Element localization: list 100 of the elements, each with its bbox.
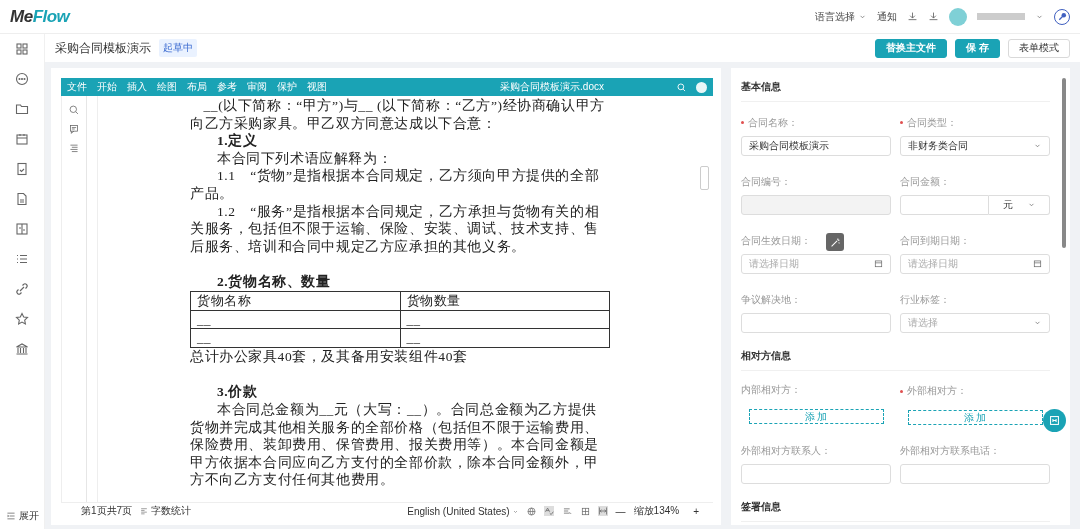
section-heading: 3.价款 (216, 383, 259, 401)
menu-icon[interactable] (5, 511, 16, 521)
add-button[interactable]: 添 加 (748, 408, 884, 424)
field-label: 争议解决地： (741, 292, 801, 307)
menu-tab[interactable]: 绘图 (157, 80, 177, 94)
select-field[interactable]: 请选择 (900, 312, 1050, 333)
page-title: 采购合同模板演示 (55, 39, 151, 57)
section-heading: 2.货物名称、数量 (216, 273, 332, 291)
magic-wand-icon (829, 236, 841, 248)
text-field[interactable]: 采购合同模板演示 (741, 135, 891, 156)
text-field[interactable] (741, 312, 891, 333)
paragraph: 总计办公家具40套，及其备用安装组件40套 (190, 347, 469, 366)
calendar-icon[interactable] (15, 132, 29, 146)
document-icon[interactable] (15, 162, 29, 176)
field-label: 行业标签： (900, 292, 950, 307)
menu-tab[interactable]: 插入 (127, 80, 147, 94)
scrollbar-thumb[interactable] (700, 166, 709, 190)
scrollbar-thumb[interactable] (1062, 78, 1066, 248)
expand-button[interactable]: 展开 (5, 509, 39, 523)
menu-tab[interactable]: 保护 (277, 80, 297, 94)
field-label: 合同生效日期： (741, 233, 811, 248)
calendar-icon[interactable] (874, 259, 883, 268)
search-icon[interactable] (677, 82, 686, 92)
menu-tab[interactable]: 视图 (307, 80, 327, 94)
link-icon[interactable] (15, 282, 29, 296)
fit-page-icon[interactable] (580, 506, 590, 516)
logo: MeFlow (10, 6, 70, 27)
menu-tab[interactable]: 布局 (187, 80, 207, 94)
download-icon[interactable] (928, 11, 939, 22)
zoom-in-button[interactable]: + (693, 505, 699, 517)
section-title: 相对方信息 (741, 344, 1050, 371)
globe-icon[interactable] (526, 506, 536, 516)
action-button[interactable]: 替换主文件 (875, 38, 948, 58)
section-title: 签署信息 (741, 496, 1050, 522)
fit-width-icon[interactable] (597, 506, 608, 516)
folder-icon[interactable] (15, 102, 29, 116)
field-label: 内部相对方： (741, 382, 801, 397)
user-avatar[interactable] (696, 81, 707, 93)
calendar-icon[interactable] (1033, 259, 1042, 268)
redacted-username (977, 13, 1025, 20)
field-label: 合同编号： (741, 174, 791, 189)
field-label: 合同类型： (900, 115, 957, 130)
field-label: 外部相对方联系人： (741, 444, 831, 458)
bank-icon[interactable] (15, 342, 29, 356)
download-icon[interactable] (907, 11, 918, 22)
add-button[interactable]: 添 加 (907, 410, 1043, 425)
key-icon (1057, 12, 1067, 21)
section-heading: 1.定义 (216, 132, 259, 150)
word-count-button[interactable]: 字数统计 (140, 504, 192, 518)
paragraph: 1.2 “服务”是指根据本合同规定，乙方承担与货物有关的相关服务，包括但不限于运输、保险、安装、调试、技术支持、售后服务、培训和合同中规定乙方应承担的其他义务。 (190, 202, 601, 256)
section-title: 基本信息 (741, 76, 1050, 102)
field-label: 合同金额： (900, 174, 950, 189)
text-field[interactable] (900, 464, 1050, 484)
star-icon[interactable] (15, 312, 29, 326)
spellcheck-icon[interactable] (543, 506, 554, 516)
outline-icon[interactable] (69, 143, 79, 153)
paragraph: __(以下简称：“甲方”)与__ (以下简称：“乙方”)经协商确认甲方向乙方采购家具。甲乙双方同意达成以下合意： (190, 97, 606, 133)
notification-link[interactable]: 通知 (877, 9, 897, 24)
paragraph: 本合同总金额为__元（大写：__）。合同总金额为乙方提供货物并完成其他相关服务的全部价格（包括但不限于运输费用、保险费用、装卸费用、保管费用、报关费用等）。本合同金额是甲方依据本合同应向乙方支付的全部价款，除本合同金额外，甲方不向乙方支付任何其他费用。 (190, 400, 600, 489)
paragraph: 本合同下列术语应解释为： (216, 149, 394, 168)
word-count-icon[interactable] (140, 507, 149, 515)
action-button[interactable]: 保 存 (955, 38, 1000, 58)
grid-icon[interactable] (15, 42, 29, 56)
zoom-out-button[interactable]: — (615, 505, 626, 517)
menu-tab[interactable]: 开始 (97, 80, 117, 94)
page-count: 第1页共7页 (81, 504, 133, 518)
table-cell: __ (190, 328, 400, 348)
track-changes-icon[interactable] (561, 506, 573, 516)
report-icon[interactable] (15, 222, 29, 236)
file-icon[interactable] (15, 192, 29, 206)
chat-icon[interactable] (15, 72, 29, 86)
field-label: 外部相对方： (900, 384, 967, 398)
table-cell: __ (190, 310, 400, 329)
field-label: 合同名称： (741, 115, 798, 130)
field-label: 合同到期日期： (900, 233, 970, 248)
date-field[interactable]: 请选择日期 (900, 253, 1050, 274)
zoom-level: 缩放134% (633, 504, 680, 518)
text-field[interactable] (741, 464, 891, 484)
language-select[interactable]: English (United States) (407, 505, 519, 517)
action-button[interactable]: 表单模式 (1008, 38, 1070, 58)
form-icon (1049, 415, 1060, 426)
table-cell: __ (400, 328, 610, 348)
select-field[interactable]: 非财务类合同 (900, 135, 1050, 156)
list-icon[interactable] (15, 252, 29, 266)
paragraph: 1.1 “货物”是指根据本合同规定，乙方须向甲方提供的全部产品。 (190, 167, 601, 203)
table-header-cell: 货物数量 (400, 291, 610, 311)
language-select[interactable]: 语言选择 (815, 9, 867, 24)
amount-field[interactable] (900, 194, 989, 215)
file-name: 采购合同模板演示.docx (499, 80, 604, 94)
search-icon[interactable] (69, 105, 79, 115)
table-cell: __ (400, 310, 610, 329)
magic-wand-button[interactable] (826, 233, 844, 251)
status-badge: 起草中 (159, 39, 197, 57)
menu-tab[interactable]: 审阅 (247, 80, 267, 94)
comment-icon[interactable] (69, 124, 79, 134)
date-field[interactable]: 请选择日期 (741, 253, 891, 274)
table-header-cell: 货物名称 (190, 291, 400, 311)
unit-select[interactable]: 元 (989, 194, 1050, 215)
menu-tab[interactable]: 参考 (217, 80, 237, 94)
menu-tab[interactable]: 文件 (67, 80, 87, 94)
